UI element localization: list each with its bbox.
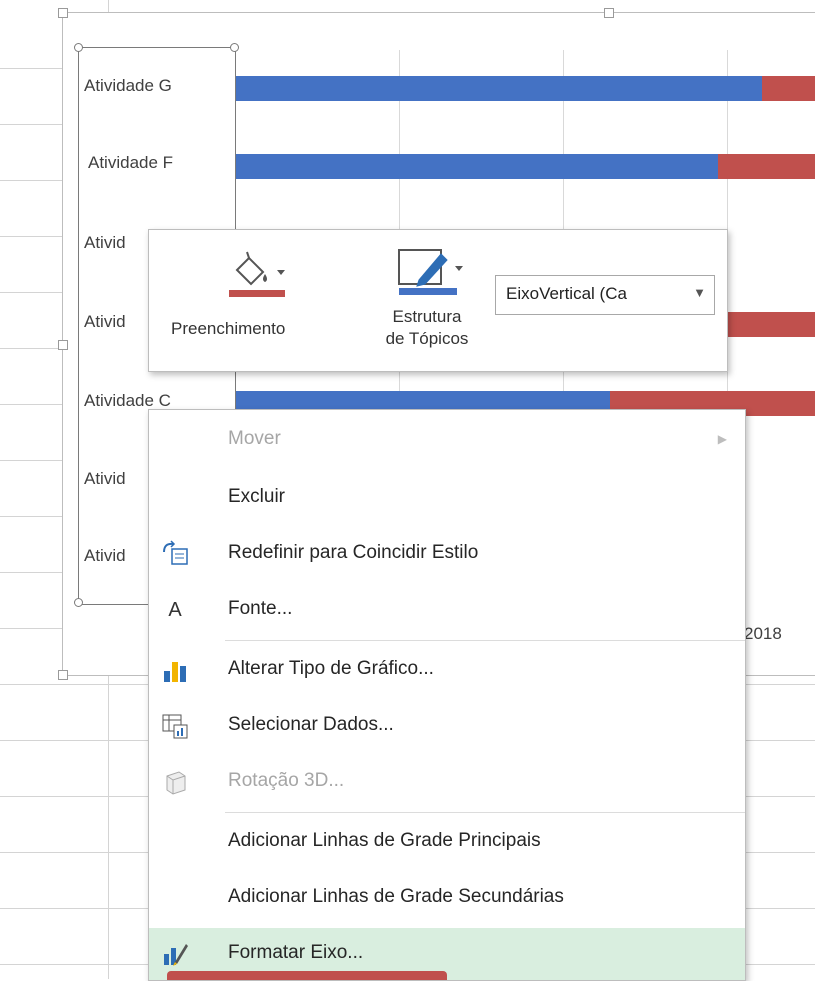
chart-element-selector-value: EixoVertical (Ca [506, 284, 627, 303]
chart-resize-handle[interactable] [58, 670, 68, 680]
fill-button[interactable]: Preenchimento [171, 318, 285, 340]
bar-segment-blue[interactable] [236, 154, 718, 179]
3d-rotation-icon [161, 768, 189, 796]
chart-type-icon [161, 656, 189, 684]
pen-icon[interactable] [397, 246, 477, 296]
outline-button-label: Estrutura [392, 307, 462, 326]
menu-item-excluir[interactable]: Excluir [149, 472, 745, 524]
menu-separator [225, 812, 745, 813]
paint-bucket-icon[interactable] [227, 248, 297, 298]
menu-separator [225, 640, 745, 641]
menu-item-label: Redefinir para Coincidir Estilo [228, 542, 479, 563]
menu-item-alterar-tipo-grafico[interactable]: Alterar Tipo de Gráfico... [149, 644, 745, 696]
menu-item-selecionar-dados[interactable]: Selecionar Dados... [149, 700, 745, 752]
mini-toolbar: Preenchimento Estrutura de Tópicos EixoV… [148, 229, 728, 372]
menu-item-label: Selecionar Dados... [228, 714, 394, 735]
menu-item-label: Adicionar Linhas de Grade Secundárias [228, 886, 564, 907]
axis-selection-handle[interactable] [74, 43, 83, 52]
reset-style-icon [161, 540, 189, 568]
menu-item-label: Alterar Tipo de Gráfico... [228, 658, 434, 679]
menu-item-fonte[interactable]: A Fonte... [149, 584, 745, 636]
outline-button[interactable]: Estrutura de Tópicos [367, 306, 487, 350]
chevron-down-icon: ▼ [693, 285, 706, 300]
annotation-underline [167, 971, 447, 980]
fill-button-label: Preenchimento [171, 319, 286, 338]
menu-item-label: Excluir [228, 486, 286, 507]
outline-button-label: de Tópicos [385, 329, 469, 348]
axis-selection-handle[interactable] [74, 598, 83, 607]
menu-item-rotacao-3d[interactable]: Rotação 3D... [149, 756, 745, 808]
menu-item-linhas-grade-principais[interactable]: Adicionar Linhas de Grade Principais [149, 816, 745, 868]
bar-segment-red[interactable] [718, 154, 815, 179]
menu-item-linhas-grade-secundarias[interactable]: Adicionar Linhas de Grade Secundárias [149, 872, 745, 924]
chart-resize-handle[interactable] [58, 340, 68, 350]
select-data-icon [161, 712, 189, 740]
menu-item-label: Formatar Eixo... [228, 942, 364, 963]
menu-item-redefinir-estilo[interactable]: Redefinir para Coincidir Estilo [149, 528, 745, 580]
submenu-arrow-icon: ▶ [717, 432, 727, 446]
axis-selection-handle[interactable] [230, 43, 239, 52]
chart-element-selector[interactable]: EixoVertical (Ca ▼ [495, 275, 715, 315]
bar-segment-red[interactable] [727, 312, 815, 337]
chart-resize-handle[interactable] [58, 8, 68, 18]
context-menu: Mover ▶ Excluir Redefinir para Coincidir… [148, 409, 746, 981]
bar-segment-red[interactable] [762, 76, 815, 101]
menu-item-label: Rotação 3D... [228, 770, 345, 791]
menu-item-label: Adicionar Linhas de Grade Principais [228, 830, 541, 851]
chart-resize-handle[interactable] [604, 8, 614, 18]
x-axis-tick-label: 2018 [744, 624, 782, 643]
menu-item-label: Mover [228, 428, 281, 449]
format-axis-icon [161, 940, 189, 968]
menu-item-label: Fonte... [228, 598, 293, 619]
menu-item-mover[interactable]: Mover ▶ [149, 414, 745, 466]
bar-segment-blue[interactable] [236, 76, 762, 101]
font-icon: A [168, 599, 182, 621]
